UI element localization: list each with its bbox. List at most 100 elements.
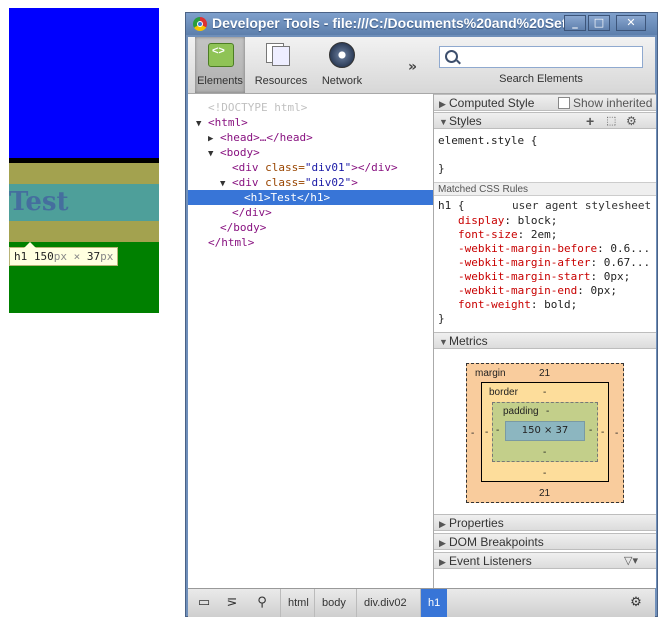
html-open-tag: <html> [208, 116, 248, 129]
metrics-header[interactable]: ▼Metrics [434, 332, 656, 349]
dom-breakpoints-header[interactable]: ▶ DOM Breakpoints [434, 533, 656, 550]
tooltip-height: 37 [86, 250, 101, 263]
border-top-value[interactable]: - [543, 387, 546, 398]
settings-gear-icon[interactable]: ⚙ [624, 593, 648, 613]
border-right-value[interactable]: - [601, 427, 604, 438]
body-close-tag: </body> [220, 221, 267, 234]
css-property-row[interactable]: font-size: 2em; [458, 228, 557, 242]
dom-node-head[interactable]: ▶ <head>…</head> [188, 130, 453, 145]
collapsed-arrow-icon: ▶ [439, 519, 446, 529]
maximize-button[interactable]: □ [588, 15, 610, 31]
tooltip-unit: px [53, 250, 67, 263]
dom-node-body-close[interactable]: </body> [188, 220, 465, 235]
css-property-row[interactable]: display: block; [458, 214, 557, 228]
status-bar: ▭ ⋝ ⚲ html body div.div02 h1 ⚙ [188, 588, 655, 617]
margin-right-value[interactable]: - [615, 428, 618, 439]
doctype-text: <!DOCTYPE html> [208, 101, 308, 114]
padding-top-value[interactable]: - [546, 406, 549, 417]
properties-header[interactable]: ▶ Properties [434, 514, 656, 531]
head-tag: <head>…</head> [220, 131, 313, 144]
breadcrumb-item[interactable]: body [314, 589, 353, 617]
gear-icon[interactable]: ⚙ [626, 113, 637, 130]
rule-selector: h1 { user agent stylesheet [438, 199, 651, 213]
event-listeners-header[interactable]: ▶ Event Listeners ▽▾ [434, 552, 656, 569]
element-style-close: } [438, 162, 445, 175]
dom-node-html-close[interactable]: </html> [188, 235, 453, 250]
border-left-value[interactable]: - [485, 427, 488, 438]
css-property-colon: : [517, 228, 531, 241]
collapsed-arrow-icon: ▶ [439, 538, 446, 548]
breadcrumb-item[interactable]: html [280, 589, 316, 617]
styles-header[interactable]: ▼Styles + ⬚ ⚙ [434, 112, 656, 129]
css-property-colon: : [597, 242, 611, 255]
css-property-row[interactable]: -webkit-margin-start: 0px; [458, 270, 630, 284]
page-preview: Test h1 150px × 37px [9, 8, 159, 313]
margin-bottom-value[interactable]: 21 [539, 488, 550, 499]
title-bar[interactable]: Developer Tools - file:///C:/Documents%2… [186, 13, 657, 35]
elements-panel-button[interactable]: Elements [195, 37, 245, 93]
css-property-row[interactable]: font-weight: bold; [458, 298, 577, 312]
search-caption: Search Elements [499, 73, 583, 85]
div01-close: ></div> [351, 161, 398, 174]
border-bottom-value[interactable]: - [543, 468, 546, 479]
div02-attr-name: class= [265, 176, 305, 189]
css-property-name: -webkit-margin-end [458, 284, 578, 297]
css-property-value: 0px; [590, 284, 617, 297]
more-panels-button[interactable]: » [408, 59, 417, 75]
styles-sidebar: ▶ Computed Style Show inherited ▼Styles +… [433, 94, 656, 588]
expanded-arrow-icon: ▼ [439, 337, 448, 347]
css-property-value: 0px; [603, 270, 631, 283]
tooltip-tag: h1 [14, 250, 28, 263]
css-property-colon: : [590, 256, 604, 269]
metrics-label: Metrics [449, 334, 488, 348]
rule-selector-text: h1 { [438, 199, 465, 212]
dock-icon[interactable]: ▭ [192, 593, 216, 613]
h1-margin-top-highlight [9, 163, 159, 184]
h1-close-tag: </h1> [297, 191, 331, 204]
devtools-window: Developer Tools - file:///C:/Documents%2… [185, 12, 658, 617]
padding-right-value[interactable]: - [589, 425, 592, 436]
css-property-colon: : [530, 298, 545, 311]
tooltip-width: 150 [33, 250, 54, 263]
search-icon [445, 50, 458, 63]
margin-top-value[interactable]: 21 [539, 368, 550, 379]
filter-icon[interactable]: ▽▾ [624, 553, 638, 570]
inspect-search-icon[interactable]: ⚲ [250, 593, 274, 613]
breadcrumb-item[interactable]: div.div02 [356, 589, 414, 617]
css-property-value: block; [517, 214, 558, 227]
computed-style-header[interactable]: ▶ Computed Style Show inherited [434, 94, 656, 111]
network-panel-button[interactable]: Network [316, 37, 368, 93]
console-icon[interactable]: ⋝ [220, 593, 244, 613]
css-property-row[interactable]: -webkit-margin-after: 0.67... [458, 256, 650, 270]
elements-label: Elements [197, 75, 243, 87]
close-button[interactable]: ✕ [616, 15, 646, 31]
event-listeners-label: Event Listeners [449, 554, 532, 568]
dom-node-div02[interactable]: ▼ <div class="div02"> [188, 175, 465, 190]
resources-panel-button[interactable]: Resources [252, 37, 310, 93]
margin-left-value[interactable]: - [471, 428, 474, 439]
css-property-row[interactable]: -webkit-margin-before: 0.6... [458, 242, 650, 256]
css-property-row[interactable]: -webkit-margin-end: 0px; [458, 284, 617, 298]
tooltip-unit: px [100, 250, 114, 263]
search-input[interactable] [439, 46, 643, 68]
elements-icon [208, 43, 234, 67]
element-state-icon[interactable]: ⬚ [606, 113, 616, 130]
minimize-button[interactable]: _ [564, 15, 586, 31]
padding-left-value[interactable]: - [496, 425, 499, 436]
add-rule-icon[interactable]: + [586, 113, 594, 130]
dom-breakpoints-label: DOM Breakpoints [449, 535, 544, 549]
styles-label: Styles [449, 114, 482, 128]
dom-node-doctype[interactable]: <!DOCTYPE html> [188, 100, 453, 115]
padding-bottom-value[interactable]: - [543, 447, 546, 458]
element-style-open[interactable]: element.style { [438, 134, 537, 148]
metrics-content-box[interactable]: 150 × 37 [505, 421, 585, 441]
collapsed-arrow-icon: ▶ [439, 99, 446, 109]
dom-node-html[interactable]: ▼ <html> [188, 115, 441, 130]
css-property-value: 2em; [530, 228, 558, 241]
dom-node-body[interactable]: ▼ <body> [188, 145, 453, 160]
breadcrumb-item[interactable]: h1 [420, 589, 448, 617]
metrics-margin-box: margin 21 21 - - border - - - - padding … [466, 363, 624, 503]
show-inherited-checkbox[interactable] [558, 97, 570, 109]
properties-label: Properties [449, 516, 504, 530]
network-icon [329, 42, 355, 68]
